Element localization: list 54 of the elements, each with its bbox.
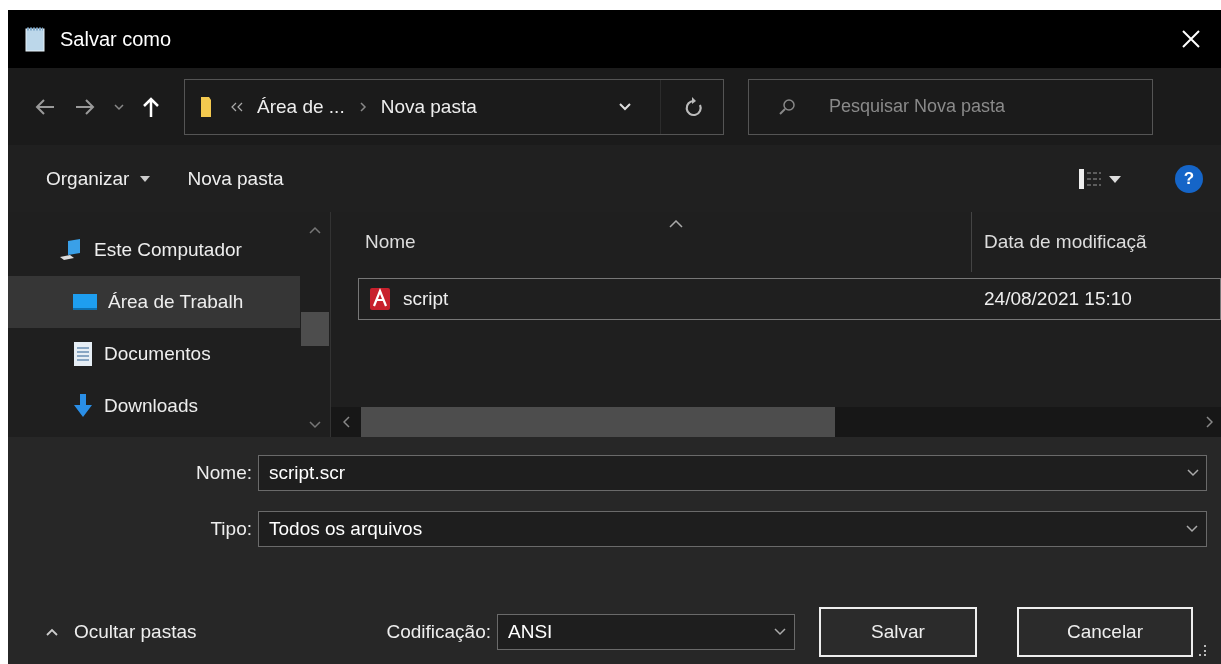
up-arrow-icon[interactable] (142, 95, 160, 118)
close-icon[interactable] (1181, 29, 1201, 49)
sidebar-item[interactable]: Documentos (8, 328, 300, 380)
hide-folders-button[interactable]: Ocultar pastas (40, 615, 203, 649)
file-icon (369, 287, 391, 311)
breadcrumb[interactable]: Nova pasta (380, 95, 477, 118)
chevron-down-icon (774, 628, 786, 636)
refresh-icon[interactable] (685, 96, 703, 117)
scroll-left-icon[interactable] (343, 416, 351, 428)
breadcrumb-chevron-icon (358, 100, 367, 113)
sidebar-item[interactable]: Área de Trabalh (8, 276, 300, 328)
sidebar-item[interactable]: Este Computador (8, 224, 300, 276)
save-button[interactable]: Salvar (819, 607, 977, 657)
chevron-down-icon (1186, 525, 1198, 533)
horizontal-scrollbar[interactable] (331, 407, 1221, 437)
file-row[interactable]: script 24/08/2021 15:10 (358, 278, 1221, 320)
caret-icon (139, 174, 152, 183)
window-title: Salvar como (60, 27, 173, 51)
document-icon (72, 341, 94, 367)
address-bar[interactable]: Área de ... Nova pasta (184, 78, 724, 135)
scroll-thumb[interactable] (301, 312, 329, 346)
column-header[interactable]: Nome (331, 212, 971, 272)
encoding-dropdown[interactable]: ANSI (497, 614, 795, 650)
cancel-button[interactable]: Cancelar (1017, 607, 1193, 657)
resize-grip-icon[interactable] (1197, 643, 1207, 657)
double-chevron-icon[interactable] (231, 101, 243, 112)
file-name: script (403, 288, 449, 310)
download-arrow-icon (72, 393, 94, 419)
help-button[interactable]: ? (1175, 164, 1203, 193)
scroll-right-icon[interactable] (1205, 416, 1213, 428)
field-label: Tipo: (209, 518, 253, 540)
scroll-thumb[interactable] (361, 407, 835, 437)
desktop-icon (72, 291, 98, 313)
new-folder-button[interactable]: Nova pasta (179, 161, 292, 196)
file-type-dropdown[interactable]: Todos os arquivos (258, 511, 1207, 547)
notepad-icon (24, 26, 46, 52)
scroll-up-icon[interactable] (309, 226, 321, 234)
organize-menu-button[interactable]: Organizar (38, 161, 160, 196)
breadcrumb[interactable]: Área de ... (257, 95, 345, 118)
forward-arrow-icon[interactable] (74, 97, 96, 116)
scroll-down-icon[interactable] (309, 421, 321, 429)
file-name-field[interactable]: script.scr (258, 455, 1207, 491)
sort-caret-icon (669, 220, 683, 228)
search-icon (778, 97, 796, 116)
column-header[interactable]: Data de modificaçã (971, 212, 1221, 272)
chevron-up-icon (46, 628, 58, 636)
sidebar-item[interactable]: Downloads (8, 380, 300, 432)
field-label: Codificação: (386, 621, 491, 643)
field-label: Nome: (195, 462, 253, 484)
search-field[interactable]: Pesquisar Nova pasta (748, 78, 1153, 135)
back-arrow-icon[interactable] (34, 97, 56, 116)
file-date: 24/08/2021 15:10 (984, 288, 1132, 310)
chevron-down-icon[interactable] (1187, 469, 1199, 477)
chevron-down-icon[interactable] (618, 101, 632, 112)
